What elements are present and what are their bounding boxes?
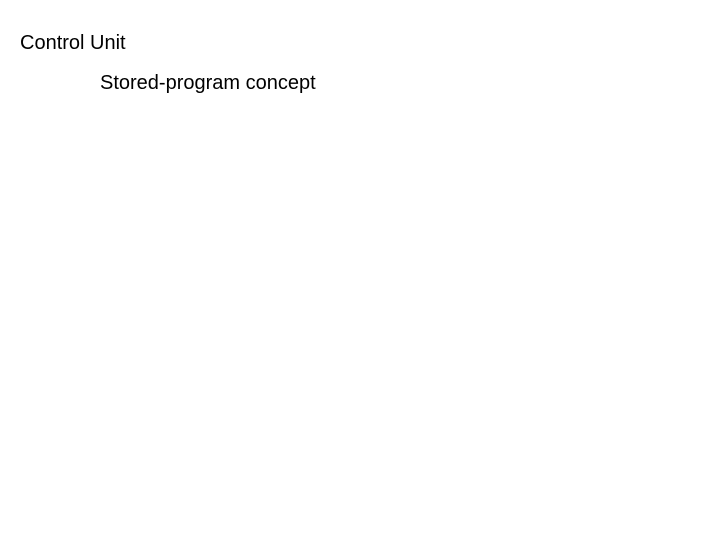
slide-heading: Control Unit	[20, 32, 126, 55]
slide-subheading: Stored-program concept	[100, 72, 316, 95]
